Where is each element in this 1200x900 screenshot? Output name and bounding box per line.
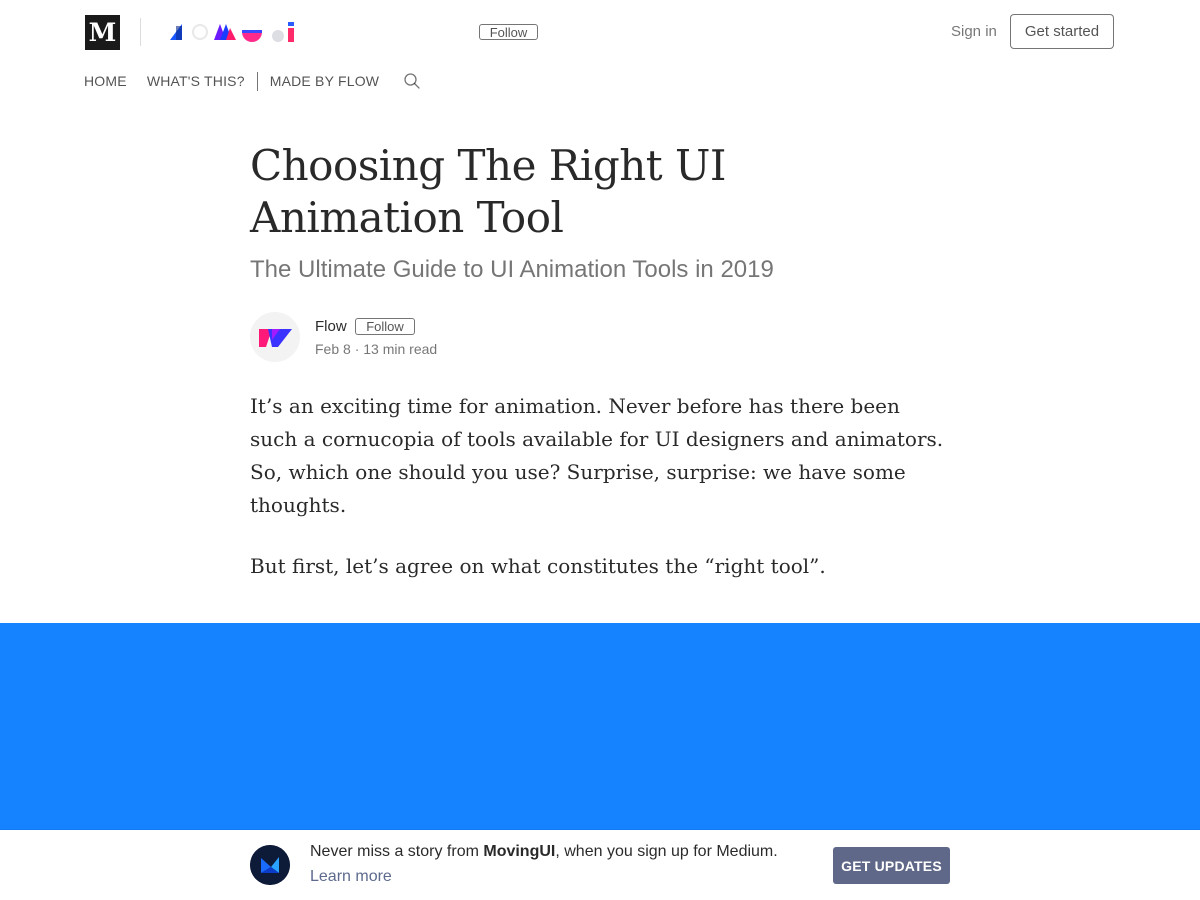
nav-item-made-by-flow[interactable]: MADE BY FLOW	[270, 73, 380, 89]
medium-logo[interactable]: M	[85, 15, 120, 50]
publication-logo[interactable]	[168, 18, 300, 46]
paragraph: But first, let’s agree on what constitut…	[250, 554, 826, 578]
article-subtitle: The Ultimate Guide to UI Animation Tools…	[250, 256, 774, 283]
author-name[interactable]: Flow	[315, 318, 347, 335]
publication-nav: HOME WHAT'S THIS? MADE BY FLOW	[84, 71, 421, 91]
signup-banner: Never miss a story from MovingUI, when y…	[0, 830, 1200, 900]
search-icon[interactable]	[403, 72, 421, 90]
flow-logo-icon	[250, 312, 300, 362]
article-hero-image	[0, 623, 1200, 830]
paragraph: It’s an exciting time for animation. Nev…	[250, 394, 944, 517]
page: M Follow Sign in Get started HOME WHAT'S…	[0, 0, 1200, 900]
author-avatar[interactable]	[250, 312, 300, 362]
article-meta: Feb 8 · 13 min read	[315, 341, 437, 357]
learn-more-link[interactable]: Learn more	[310, 868, 392, 886]
nav-item-whats-this[interactable]: WHAT'S THIS?	[147, 73, 245, 89]
article: Choosing The Right UI Animation Tool The…	[250, 140, 950, 583]
signup-message: Never miss a story from MovingUI, when y…	[310, 843, 778, 861]
meta-separator: ·	[354, 341, 360, 357]
article-title: Choosing The Right UI Animation Tool	[250, 141, 727, 242]
sign-in-link[interactable]: Sign in	[951, 23, 997, 40]
byline: Flow Follow Feb 8 · 13 min read	[250, 312, 950, 364]
read-time: 13 min read	[363, 341, 438, 357]
medium-logo-letter: M	[88, 18, 117, 47]
get-updates-button[interactable]: GET UPDATES	[833, 847, 950, 884]
movingui-logo-icon	[250, 845, 290, 885]
movingui-avatar	[250, 845, 290, 885]
publish-date: Feb 8	[315, 341, 351, 357]
header-divider	[140, 18, 141, 46]
author-follow-button[interactable]: Follow	[355, 318, 415, 335]
nav-item-home[interactable]: HOME	[84, 73, 127, 89]
signup-text-before: Never miss a story from	[310, 843, 484, 860]
get-started-button[interactable]: Get started	[1010, 14, 1114, 49]
signup-text-after: , when you sign up for Medium.	[555, 843, 778, 860]
top-header: M Follow Sign in Get started HOME WHAT'S…	[0, 0, 1200, 110]
publication-follow-button[interactable]: Follow	[479, 24, 538, 40]
nav-separator	[256, 71, 258, 91]
signup-publication-name: MovingUI	[483, 843, 556, 860]
